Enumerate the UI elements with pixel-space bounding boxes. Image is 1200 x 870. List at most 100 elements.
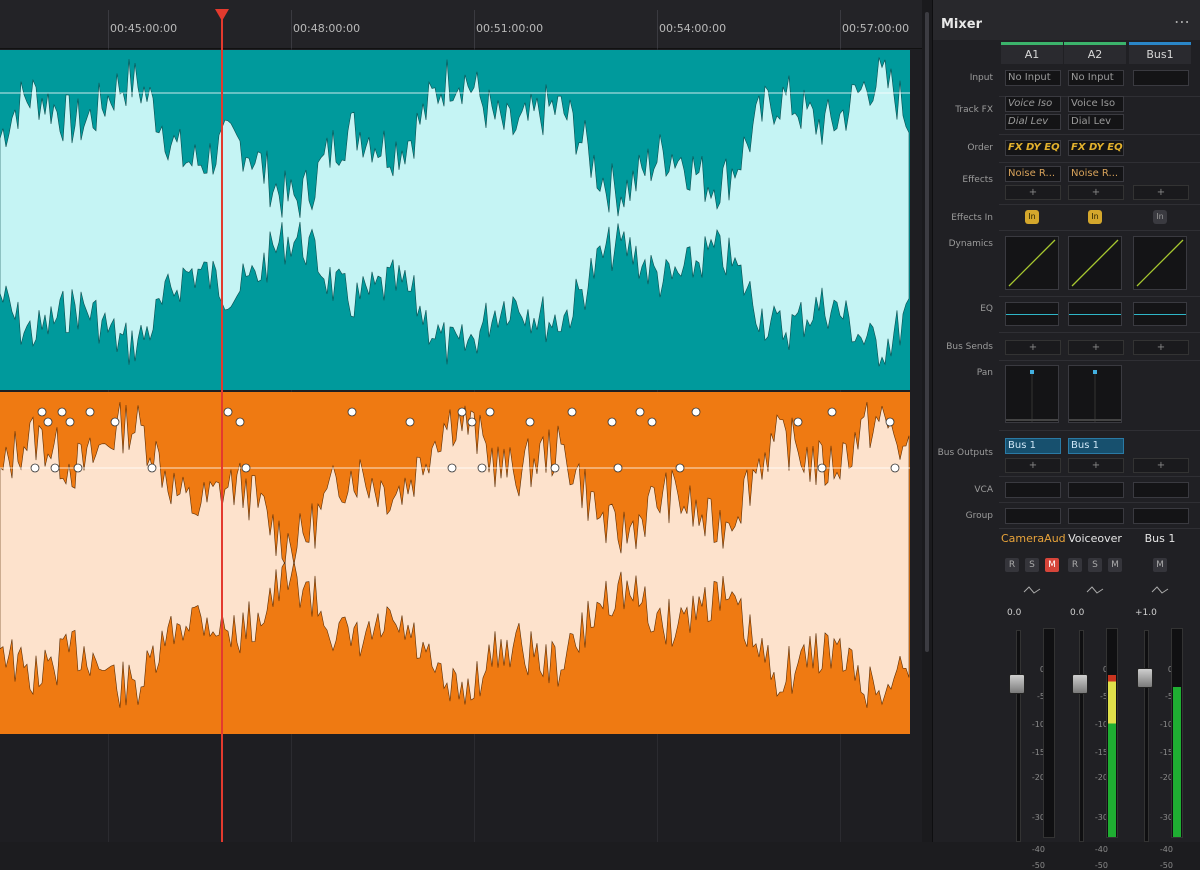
add-bus-send-button[interactable]: + — [1068, 340, 1124, 355]
channel-header[interactable]: Bus1 — [1129, 42, 1191, 64]
timeline-scrollbar[interactable] — [922, 0, 932, 842]
pan-control[interactable] — [1068, 365, 1122, 423]
automation-icon[interactable] — [1086, 585, 1104, 595]
keyframe-handle[interactable] — [793, 417, 803, 427]
timecode-ruler[interactable]: 00:45:00:00 00:48:00:00 00:51:00:00 00:5… — [0, 0, 922, 49]
keyframe-handle[interactable] — [223, 407, 233, 417]
keyframe-handle[interactable] — [485, 407, 495, 417]
keyframe-handle[interactable] — [467, 417, 477, 427]
fader-track[interactable] — [1079, 630, 1084, 842]
automation-icon[interactable] — [1023, 585, 1041, 595]
keyframe-handle[interactable] — [447, 463, 457, 473]
keyframe-handle[interactable] — [37, 407, 47, 417]
effects-in-toggle[interactable]: In — [1025, 210, 1039, 224]
add-effect-button[interactable]: + — [1133, 185, 1189, 200]
keyframe-handle[interactable] — [235, 417, 245, 427]
group-field[interactable] — [1133, 508, 1189, 524]
track-fx-slot[interactable]: Voice Iso — [1005, 96, 1061, 112]
mute-button[interactable]: M — [1153, 558, 1167, 572]
keyframe-handle[interactable] — [817, 463, 827, 473]
fader-handle[interactable] — [1072, 674, 1088, 694]
eq-graph[interactable] — [1068, 302, 1122, 326]
add-effect-button[interactable]: + — [1005, 185, 1061, 200]
keyframe-handle[interactable] — [457, 407, 467, 417]
keyframe-handle[interactable] — [110, 417, 120, 427]
channel-name[interactable]: CameraAud — [1001, 532, 1066, 545]
audio-clip-voiceover[interactable] — [0, 392, 910, 734]
timeline-panel[interactable]: 00:45:00:00 00:48:00:00 00:51:00:00 00:5… — [0, 0, 922, 842]
input-select[interactable]: No Input — [1005, 70, 1061, 86]
record-arm-button[interactable]: R — [1005, 558, 1019, 572]
effects-in-toggle[interactable]: In — [1153, 210, 1167, 224]
add-bus-output-button[interactable]: + — [1133, 458, 1189, 473]
keyframe-handle[interactable] — [635, 407, 645, 417]
vca-field[interactable] — [1068, 482, 1124, 498]
automation-icon[interactable] — [1151, 585, 1169, 595]
keyframe-handle[interactable] — [85, 407, 95, 417]
solo-button[interactable]: S — [1025, 558, 1039, 572]
add-bus-output-button[interactable]: + — [1068, 458, 1124, 473]
track-fx-slot[interactable]: Voice Iso — [1068, 96, 1124, 112]
keyframe-handle[interactable] — [147, 463, 157, 473]
keyframe-handle[interactable] — [43, 417, 53, 427]
keyframe-handle[interactable] — [647, 417, 657, 427]
keyframe-handle[interactable] — [691, 407, 701, 417]
keyframe-handle[interactable] — [65, 417, 75, 427]
dynamics-graph[interactable] — [1005, 236, 1059, 290]
keyframe-handle[interactable] — [890, 463, 900, 473]
keyframe-handle[interactable] — [73, 463, 83, 473]
track-fx-slot[interactable]: Dial Lev — [1068, 114, 1124, 130]
keyframe-handle[interactable] — [347, 407, 357, 417]
playhead[interactable] — [221, 10, 223, 842]
keyframe-handle[interactable] — [567, 407, 577, 417]
add-bus-send-button[interactable]: + — [1133, 340, 1189, 355]
order-button[interactable]: FX DY EQ — [1005, 140, 1061, 156]
fader-track[interactable] — [1016, 630, 1021, 842]
input-select[interactable] — [1133, 70, 1189, 86]
pan-control[interactable] — [1005, 365, 1059, 423]
keyframe-handle[interactable] — [50, 463, 60, 473]
fader-handle[interactable] — [1009, 674, 1025, 694]
mute-button[interactable]: M — [1045, 558, 1059, 572]
effect-slot[interactable]: Noise R... — [1005, 166, 1061, 182]
eq-graph[interactable] — [1133, 302, 1187, 326]
channel-name[interactable]: Bus 1 — [1129, 532, 1191, 545]
channel-name[interactable]: Voiceover — [1064, 532, 1126, 545]
dynamics-graph[interactable] — [1133, 236, 1187, 290]
more-options-icon[interactable]: ⋯ — [1174, 12, 1191, 31]
keyframe-handle[interactable] — [550, 463, 560, 473]
audio-clip-camera[interactable] — [0, 50, 910, 390]
add-effect-button[interactable]: + — [1068, 185, 1124, 200]
group-field[interactable] — [1005, 508, 1061, 524]
keyframe-handle[interactable] — [57, 407, 67, 417]
scrollbar-thumb[interactable] — [925, 12, 929, 652]
record-arm-button[interactable]: R — [1068, 558, 1082, 572]
keyframe-handle[interactable] — [405, 417, 415, 427]
keyframe-handle[interactable] — [827, 407, 837, 417]
mute-button[interactable]: M — [1108, 558, 1122, 572]
effect-slot[interactable]: Noise R... — [1068, 166, 1124, 182]
keyframe-handle[interactable] — [607, 417, 617, 427]
keyframe-handle[interactable] — [613, 463, 623, 473]
playhead-handle-icon[interactable] — [215, 9, 229, 21]
keyframe-handle[interactable] — [241, 463, 251, 473]
channel-header[interactable]: A2 — [1064, 42, 1126, 64]
solo-button[interactable]: S — [1088, 558, 1102, 572]
group-field[interactable] — [1068, 508, 1124, 524]
bus-output-slot[interactable]: Bus 1 — [1005, 438, 1061, 454]
channel-header[interactable]: A1 — [1001, 42, 1063, 64]
keyframe-handle[interactable] — [30, 463, 40, 473]
eq-graph[interactable] — [1005, 302, 1059, 326]
keyframe-handle[interactable] — [675, 463, 685, 473]
add-bus-send-button[interactable]: + — [1005, 340, 1061, 355]
bus-output-slot[interactable]: Bus 1 — [1068, 438, 1124, 454]
track-fx-slot[interactable]: Dial Lev — [1005, 114, 1061, 130]
keyframe-handle[interactable] — [525, 417, 535, 427]
order-button[interactable]: FX DY EQ — [1068, 140, 1124, 156]
vca-field[interactable] — [1005, 482, 1061, 498]
dynamics-graph[interactable] — [1068, 236, 1122, 290]
fader-track[interactable] — [1144, 630, 1149, 842]
add-bus-output-button[interactable]: + — [1005, 458, 1061, 473]
keyframe-handle[interactable] — [885, 417, 895, 427]
vca-field[interactable] — [1133, 482, 1189, 498]
